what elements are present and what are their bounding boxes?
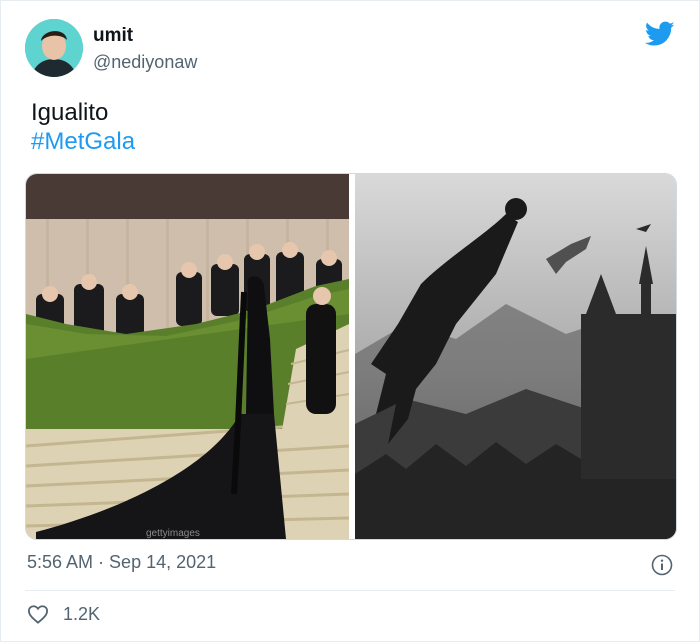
twitter-bird-icon[interactable] — [644, 21, 675, 47]
timestamp-date: Sep 14, 2021 — [109, 552, 217, 572]
tweet-card: umit @nediyonaw Igualito #MetGala gettyi… — [0, 0, 700, 642]
info-icon[interactable] — [651, 554, 673, 576]
timestamp-time: 5:56 AM — [27, 552, 94, 572]
author-handle[interactable]: @nediyonaw — [93, 52, 197, 73]
timestamp-separator: · — [93, 552, 110, 572]
divider — [25, 590, 675, 591]
heart-outline-icon[interactable] — [27, 604, 49, 624]
like-count[interactable]: 1.2K — [63, 604, 100, 625]
dementor-illustration[interactable] — [355, 174, 676, 539]
met-gala-photo[interactable]: gettyimages — [26, 174, 350, 539]
hashtag-link[interactable]: #MetGala — [31, 126, 135, 158]
getty-watermark: gettyimages — [146, 528, 200, 539]
avatar[interactable] — [25, 19, 83, 77]
tweet-media[interactable]: gettyimages — [25, 173, 677, 540]
author-name[interactable]: umit — [93, 25, 133, 47]
tweet-text: Igualito — [31, 99, 109, 126]
timestamp[interactable]: 5:56 AM · Sep 14, 2021 — [27, 552, 216, 573]
